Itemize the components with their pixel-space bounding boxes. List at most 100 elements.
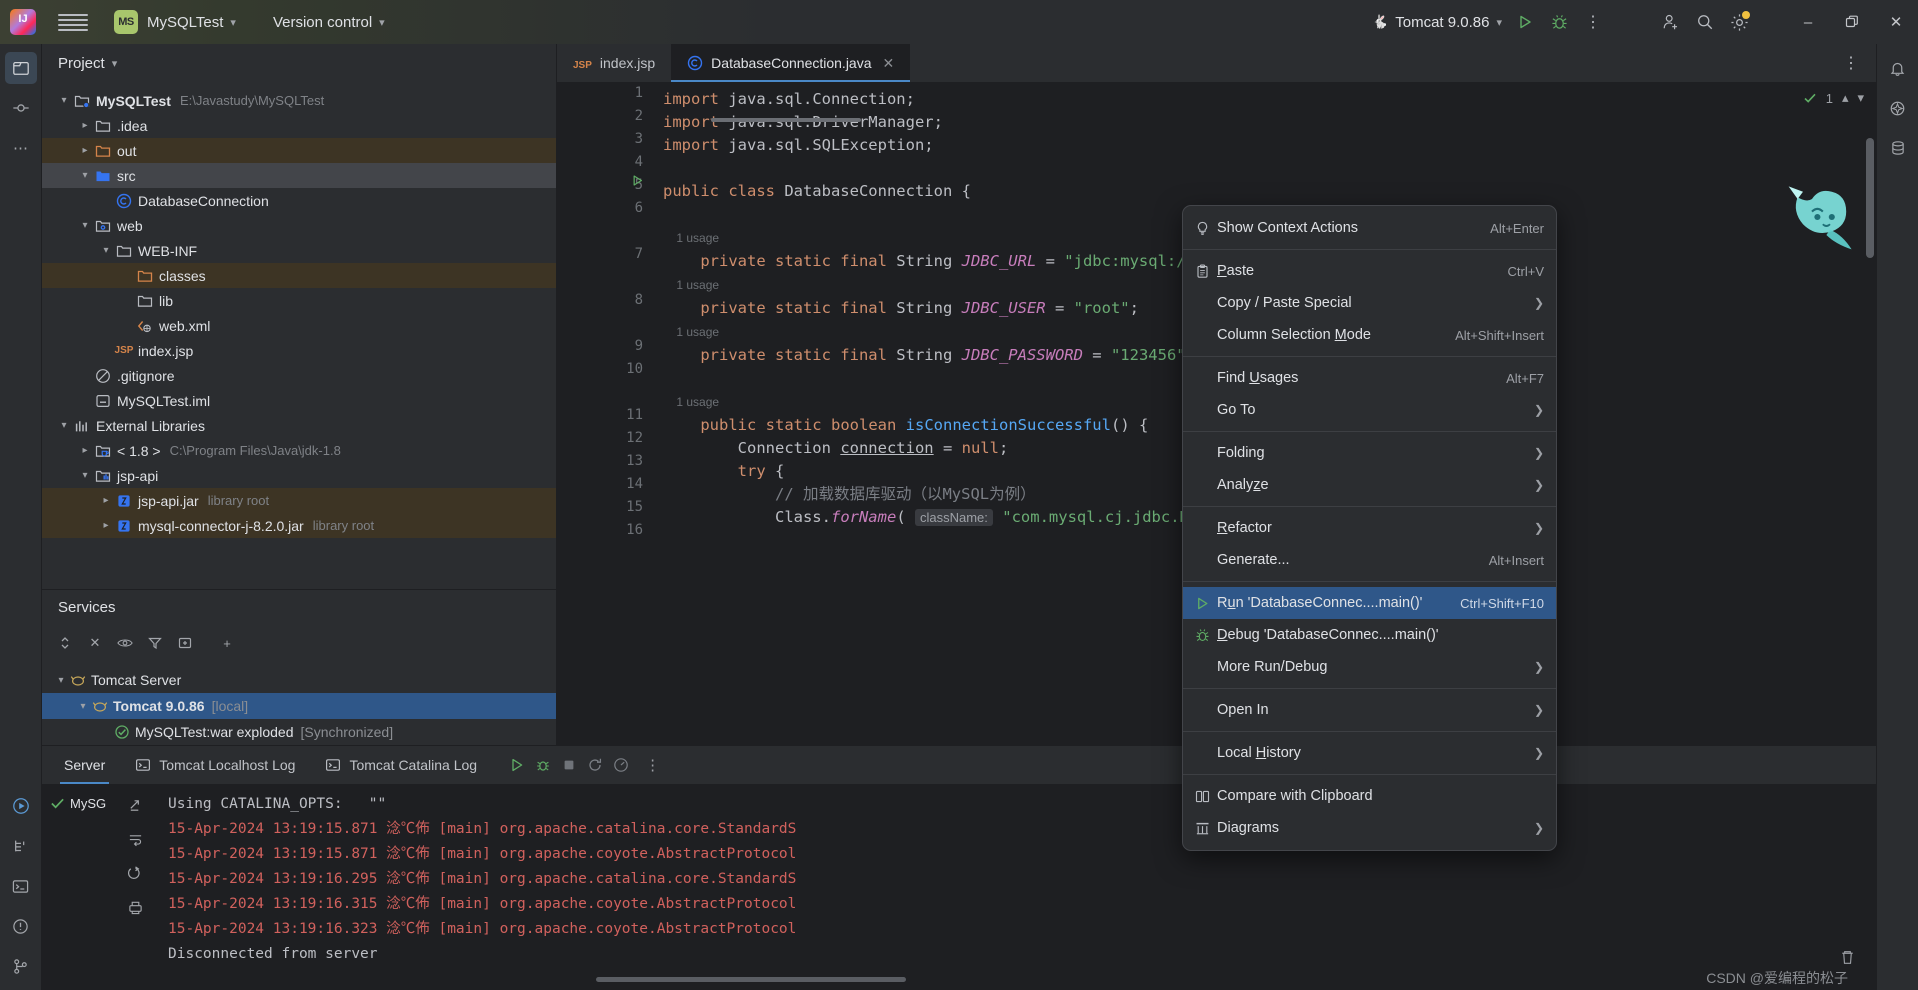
rerun-icon[interactable] <box>587 757 603 773</box>
close-tab-icon[interactable]: ✕ <box>883 55 895 72</box>
tree-node-mysqltest[interactable]: ▾ MySQLTest E:\Javastudy\MySQLTest <box>42 88 556 113</box>
structure-icon[interactable] <box>5 830 37 862</box>
console-horizontal-scrollbar[interactable] <box>596 977 906 982</box>
add-user-button[interactable] <box>1654 5 1688 39</box>
tree-node-mysqltest-iml[interactable]: MySQLTest.iml <box>42 388 556 413</box>
tree-node-src[interactable]: ▾ src <box>42 163 556 188</box>
chevron-right-icon[interactable]: ▸ <box>77 145 93 156</box>
menu-item-copy-paste-special[interactable]: Copy / Paste Special ❯ <box>1183 287 1556 319</box>
project-panel-header[interactable]: Project ▾ <box>42 44 556 82</box>
inspection-widget[interactable]: 1 ▴ ▾ <box>1803 90 1864 106</box>
chevron-down-icon[interactable]: ▾ <box>52 675 70 686</box>
bottom-tab-bar[interactable]: Server Tomcat Localhost Log Tomcat Catalin… <box>42 746 1876 784</box>
editor-tab-databaseconnection-java[interactable]: DatabaseConnection.java ✕ <box>671 44 911 82</box>
service-node-mysqltest-war-exploded[interactable]: MySQLTest:war exploded [Synchronized] <box>42 719 556 745</box>
bottom-tab-tomcat-localhost-log[interactable]: Tomcat Localhost Log <box>121 746 309 784</box>
editor-tab-bar[interactable]: JSP index.jsp DatabaseConnection.java ✕ ⋮ <box>557 44 1876 82</box>
console-log[interactable]: Using CATALINA_OPTS: "" 15-Apr-2024 13:19… <box>156 784 1876 990</box>
menu-item-diagrams[interactable]: Diagrams ❯ <box>1183 812 1556 844</box>
menu-item-paste[interactable]: Paste Ctrl+V <box>1183 255 1556 287</box>
menu-item-run-databaseconnec-main[interactable]: Run 'DatabaseConnec....main()' Ctrl+Shift… <box>1183 587 1556 619</box>
menu-item-more-run-debug[interactable]: More Run/Debug ❯ <box>1183 651 1556 683</box>
tree-node-databaseconnection[interactable]: DatabaseConnection <box>42 188 556 213</box>
bottom-tab-tomcat-catalina-log[interactable]: Tomcat Catalina Log <box>311 746 491 784</box>
console-service-item[interactable]: MySG <box>42 792 114 814</box>
plus-icon[interactable]: + <box>214 630 240 656</box>
eye-icon[interactable] <box>112 630 138 656</box>
editor-gutter[interactable]: 1 2 3 4 5 6 7 8 9 10 11 12 13 14 15 16 <box>557 82 657 745</box>
run-button[interactable] <box>1508 5 1542 39</box>
stop-icon[interactable] <box>561 757 577 773</box>
tree-node-classes[interactable]: classes <box>42 263 556 288</box>
chevron-down-icon[interactable]: ▾ <box>98 245 114 256</box>
editor-vertical-scrollbar[interactable] <box>1866 138 1874 258</box>
more-actions-icon[interactable]: ⋮ <box>1576 5 1610 39</box>
debug-icon[interactable] <box>535 757 551 773</box>
menu-item-find-usages[interactable]: Find Usages Alt+F7 <box>1183 362 1556 394</box>
editor-more-icon[interactable]: ⋮ <box>1834 46 1868 80</box>
service-node-tomcat-9-0-86[interactable]: ▾ Tomcat 9.0.86 [local] <box>42 693 556 719</box>
terminal-icon[interactable] <box>5 870 37 902</box>
stop-icon[interactable]: ✕ <box>82 630 108 656</box>
chevron-down-icon[interactable]: ▾ <box>74 701 92 712</box>
run-icon[interactable] <box>509 757 525 773</box>
database-icon[interactable] <box>1882 132 1914 164</box>
tree-node--1-8-[interactable]: ▸ < 1.8 > C:\Program Files\Java\jdk-1.8 <box>42 438 556 463</box>
menu-item-compare-with-clipboard[interactable]: Compare with Clipboard <box>1183 780 1556 812</box>
trash-icon[interactable] <box>1839 949 1856 966</box>
ai-assistant-icon[interactable] <box>1882 92 1914 124</box>
debug-button[interactable] <box>1542 5 1576 39</box>
commit-icon[interactable] <box>5 92 37 124</box>
chevron-down-icon[interactable]: ▾ <box>56 420 72 431</box>
close-button[interactable]: ✕ <box>1874 0 1918 44</box>
search-icon[interactable] <box>1688 5 1722 39</box>
project-icon[interactable] <box>4 52 37 84</box>
profiler-icon[interactable] <box>613 757 629 773</box>
tree-node--gitignore[interactable]: .gitignore <box>42 363 556 388</box>
run-configuration-selector[interactable]: 🐇 Tomcat 9.0.86 ▾ <box>1372 14 1502 31</box>
tree-node-lib[interactable]: lib <box>42 288 556 313</box>
chevron-up-icon[interactable]: ▴ <box>1842 90 1849 106</box>
menu-item-show-context-actions[interactable]: Show Context Actions Alt+Enter <box>1183 212 1556 244</box>
tree-node-web[interactable]: ▾ web <box>42 213 556 238</box>
menu-item-folding[interactable]: Folding ❯ <box>1183 437 1556 469</box>
menu-item-analyze[interactable]: Analyze ❯ <box>1183 469 1556 501</box>
service-node-tomcat-server[interactable]: ▾ Tomcat Server <box>42 667 556 693</box>
menu-item-local-history[interactable]: Local History ❯ <box>1183 737 1556 769</box>
chevron-right-icon[interactable]: ▸ <box>98 495 114 506</box>
services-tree[interactable]: ▾ Tomcat Server ▾ Tomcat 9.0.86 [local] MySQL… <box>42 661 556 745</box>
menu-item-open-in[interactable]: Open In ❯ <box>1183 694 1556 726</box>
tree-node-web-xml[interactable]: web.xml <box>42 313 556 338</box>
menu-item-column-selection-mode[interactable]: Column Selection Mode Alt+Shift+Insert <box>1183 319 1556 351</box>
chevron-down-icon[interactable]: ▾ <box>77 170 93 181</box>
chevron-right-icon[interactable]: ▸ <box>98 520 114 531</box>
tree-node-jsp-api-jar[interactable]: ▸ jsp-api.jar library root <box>42 488 556 513</box>
chevron-down-icon[interactable]: ▾ <box>77 470 93 481</box>
tree-node-index-jsp[interactable]: JSP index.jsp <box>42 338 556 363</box>
menu-item-debug-databaseconnec-main[interactable]: Debug 'DatabaseConnec....main()' <box>1183 619 1556 651</box>
tree-node-out[interactable]: ▸ out <box>42 138 556 163</box>
git-icon[interactable] <box>5 950 37 982</box>
menu-item-go-to[interactable]: Go To ❯ <box>1183 394 1556 426</box>
run-tool-icon[interactable] <box>5 790 37 822</box>
settings-button[interactable] <box>1722 5 1756 39</box>
notifications-icon[interactable] <box>1882 52 1914 84</box>
tree-node-web-inf[interactable]: ▾ WEB-INF <box>42 238 556 263</box>
project-selector[interactable]: MS MySQLTest ▾ <box>88 10 236 34</box>
tab-scroll-indicator[interactable] <box>711 118 861 122</box>
scroll-end-icon[interactable] <box>122 860 148 886</box>
chevron-down-icon[interactable]: ▾ <box>1857 90 1864 106</box>
problems-icon[interactable] <box>5 910 37 942</box>
chevron-down-icon[interactable]: ▾ <box>77 220 93 231</box>
chevron-down-icon[interactable]: ▾ <box>112 57 118 70</box>
menu-item-refactor[interactable]: Refactor ❯ <box>1183 512 1556 544</box>
jump-to-source-icon[interactable] <box>122 792 148 818</box>
project-tree[interactable]: ▾ MySQLTest E:\Javastudy\MySQLTest ▸ .idea ▸ o… <box>42 82 556 589</box>
gutter-run-icon[interactable] <box>631 174 644 187</box>
console-service-list[interactable]: MySG <box>42 784 114 990</box>
tree-node-external-libraries[interactable]: ▾ External Libraries <box>42 413 556 438</box>
chevron-right-icon[interactable]: ▸ <box>77 120 93 131</box>
editor-context-menu[interactable]: Show Context Actions Alt+Enter Paste Ctrl+V… <box>1182 205 1557 851</box>
main-menu-icon[interactable] <box>58 13 88 31</box>
add-group-icon[interactable] <box>172 630 198 656</box>
